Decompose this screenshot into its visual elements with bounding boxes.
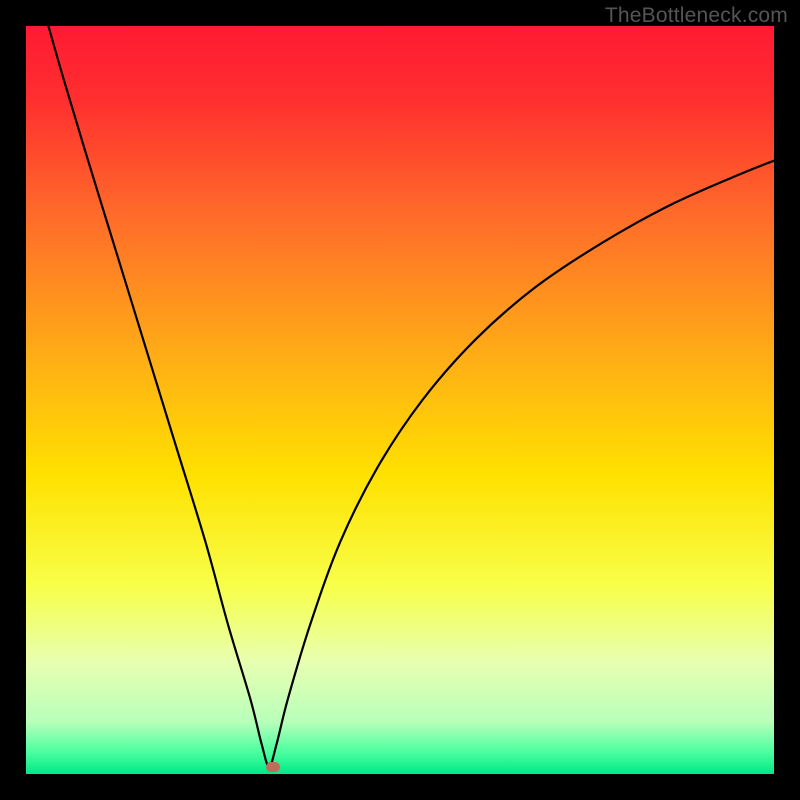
plot-area (26, 26, 774, 774)
watermark-text: TheBottleneck.com (605, 4, 788, 28)
background-gradient (26, 26, 774, 774)
chart-frame: TheBottleneck.com (0, 0, 800, 800)
optimal-point-marker (266, 762, 280, 772)
